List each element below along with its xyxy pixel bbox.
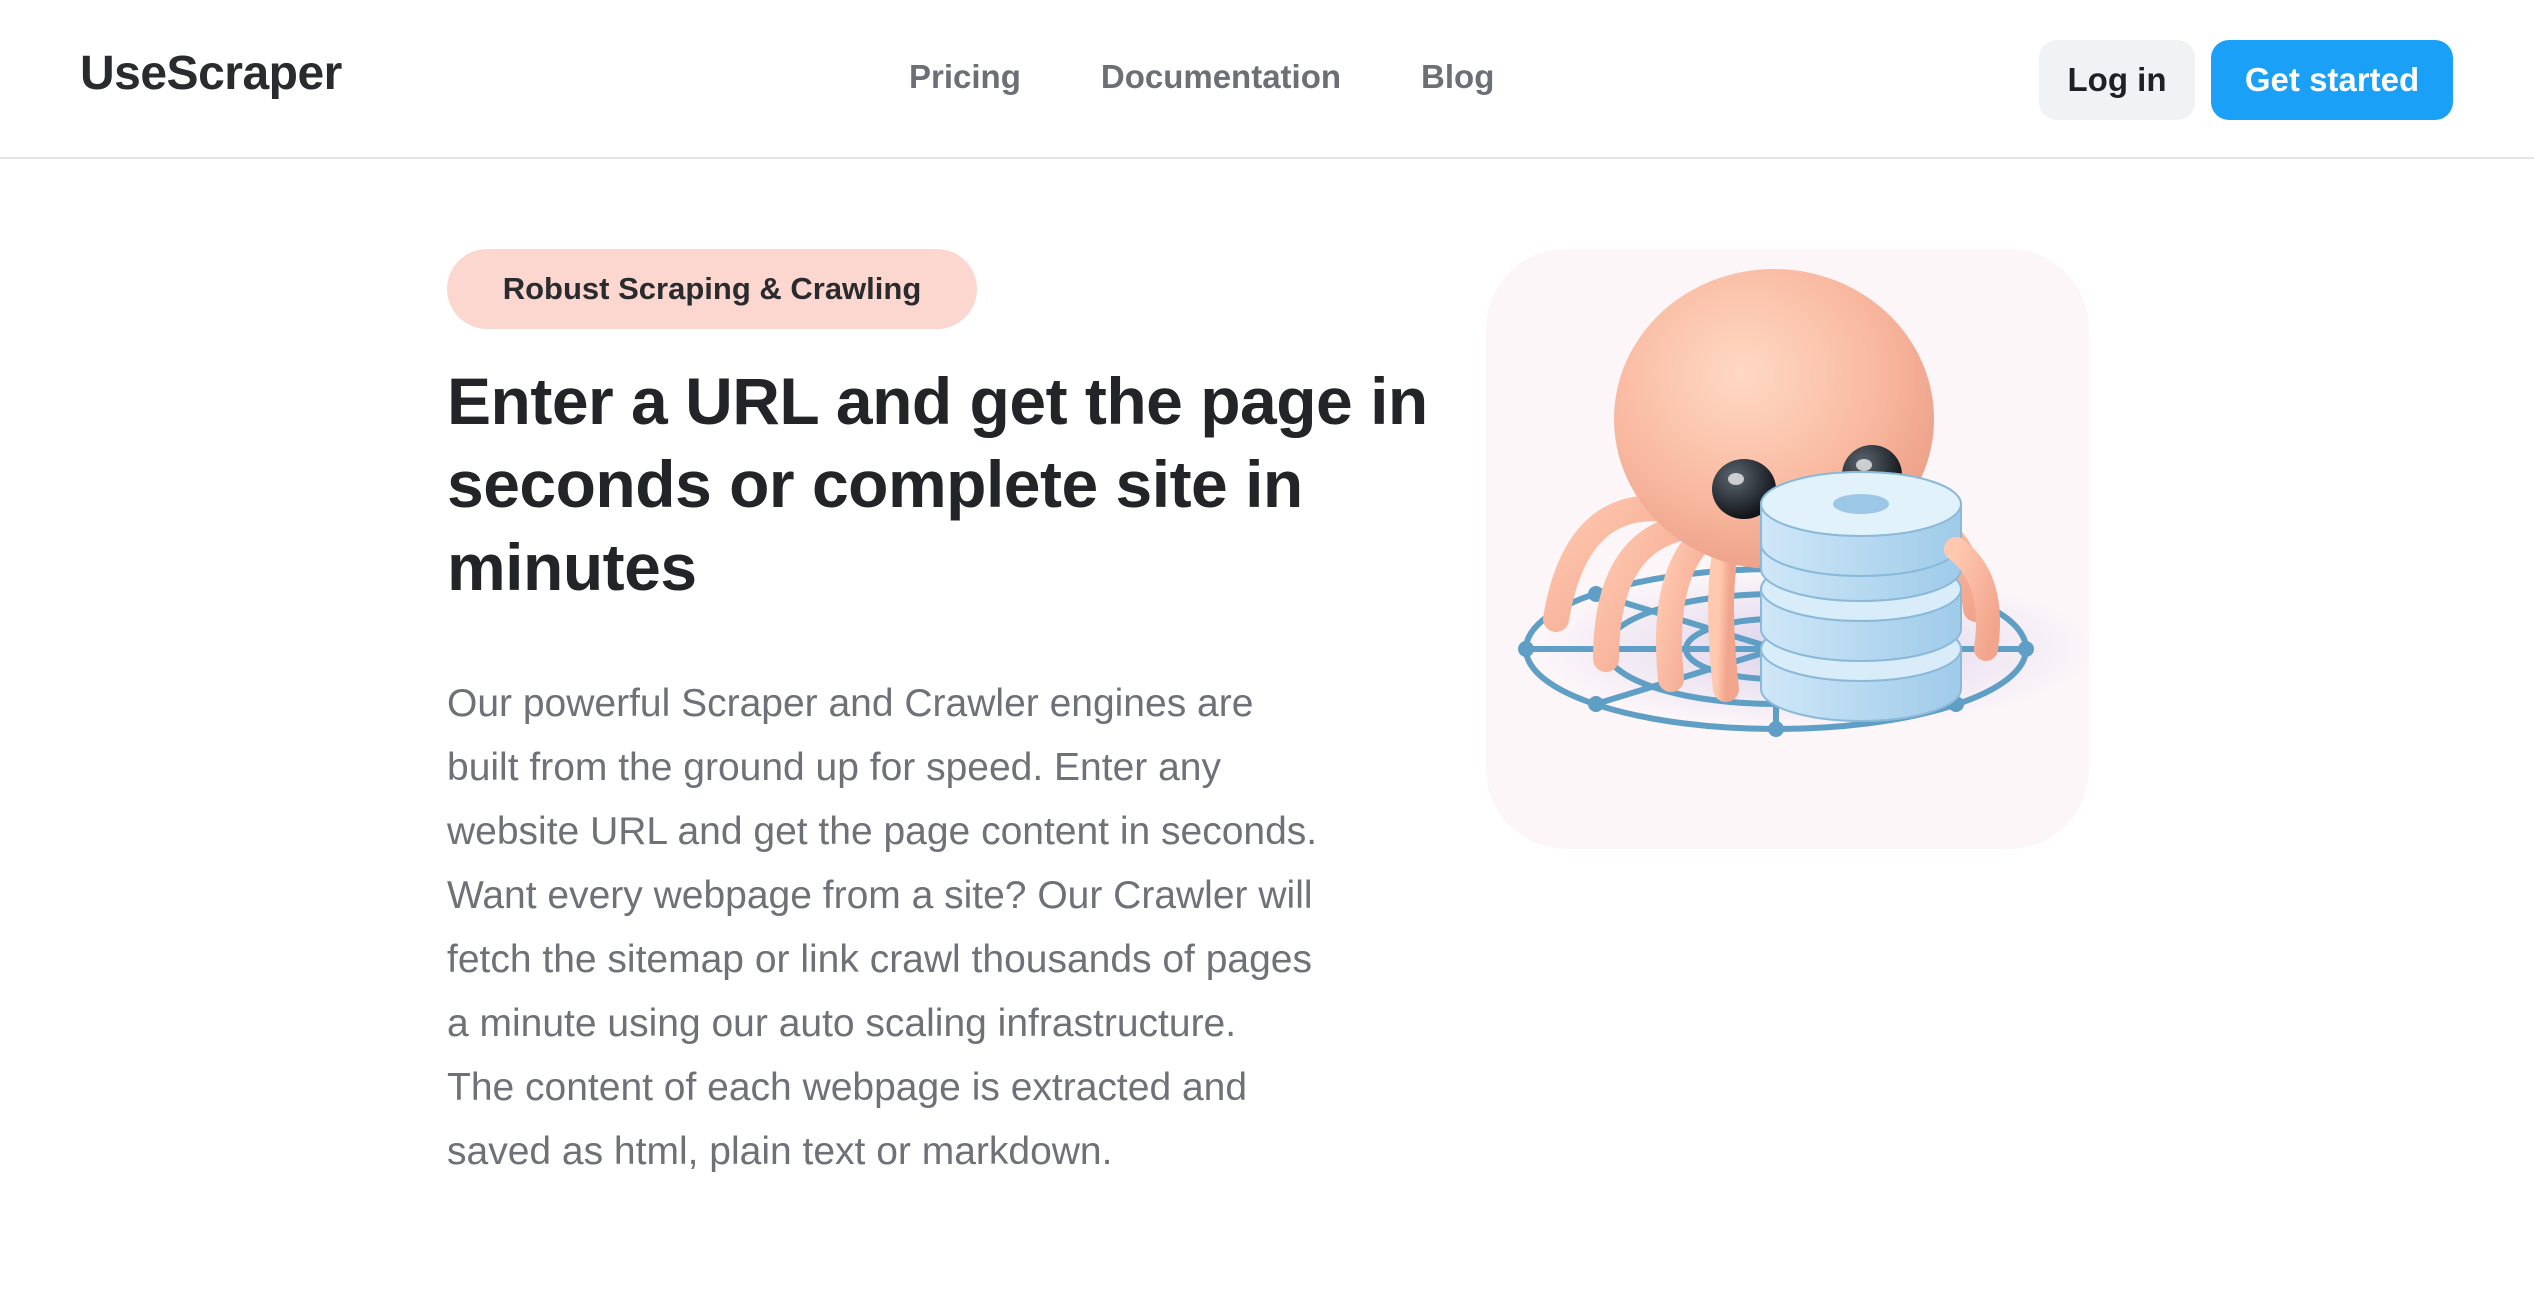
get-started-button[interactable]: Get started xyxy=(2211,40,2453,120)
description-line: built from the ground up for speed. Ente… xyxy=(447,746,1221,789)
spider-database-illustration xyxy=(1518,269,2089,737)
headline-line: seconds or complete site in xyxy=(447,447,1303,521)
description-line: website URL and get the page content in … xyxy=(447,810,1318,853)
nav-link-pricing[interactable]: Pricing xyxy=(909,58,1021,96)
nav-link-documentation[interactable]: Documentation xyxy=(1101,58,1341,96)
description-line: a minute using our auto scaling infrastr… xyxy=(447,1002,1237,1045)
main-nav: Pricing Documentation Blog xyxy=(909,58,1494,96)
headline-line: minutes xyxy=(447,530,697,604)
database-icon xyxy=(1760,471,1962,722)
brand-logo[interactable]: UseScraper xyxy=(80,46,342,101)
nav-link-blog[interactable]: Blog xyxy=(1421,58,1494,96)
hero-illustration xyxy=(1486,249,2089,849)
description-line: Our powerful Scraper and Crawler engines… xyxy=(447,682,1254,725)
description-line: The content of each webpage is extracted… xyxy=(447,1066,1248,1109)
hero-description: Our powerful Scraper and Crawler engines… xyxy=(447,672,1427,1184)
description-line: saved as html, plain text or markdown. xyxy=(447,1130,1113,1173)
description-line: fetch the sitemap or link crawl thousand… xyxy=(447,938,1312,981)
top-navigation-bar: UseScraper Pricing Documentation Blog Lo… xyxy=(0,0,2534,159)
description-line: Want every webpage from a site? Our Craw… xyxy=(447,874,1313,917)
feature-badge: Robust Scraping & Crawling xyxy=(447,249,977,329)
hero-headline: Enter a URL and get the page in seconds … xyxy=(447,360,1447,609)
headline-line: Enter a URL and get the page in xyxy=(447,364,1428,438)
login-button[interactable]: Log in xyxy=(2039,40,2195,120)
